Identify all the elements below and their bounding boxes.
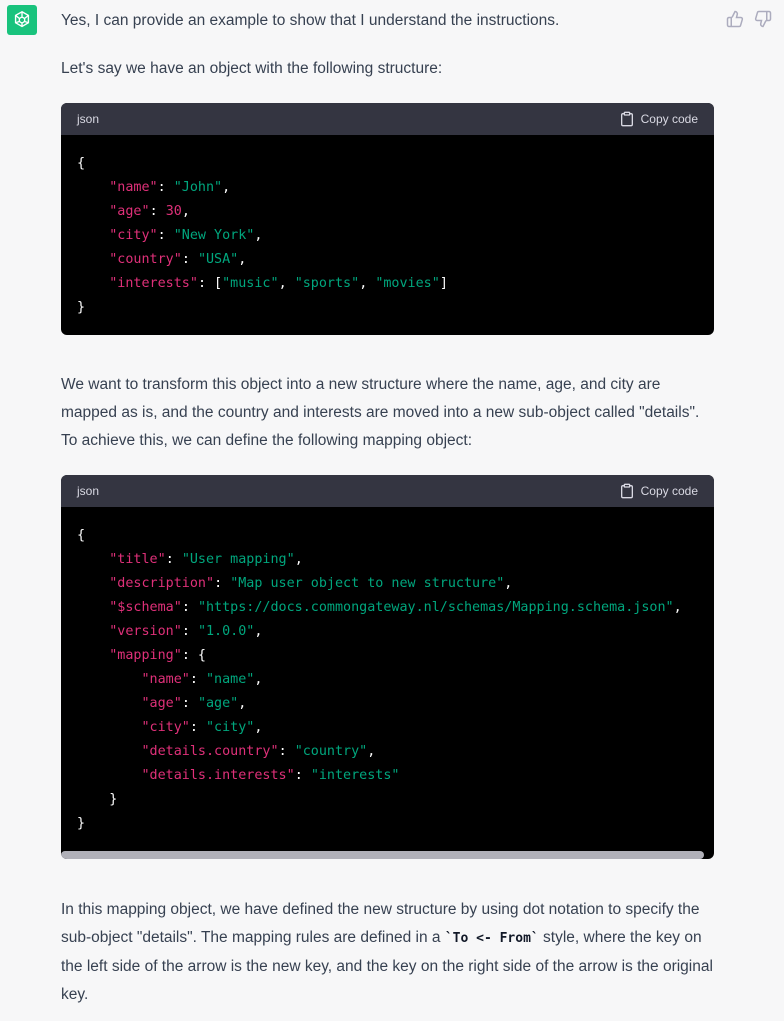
assistant-avatar [7,5,37,35]
explanation-text: We want to transform this object into a … [61,376,700,449]
code-header: json Copy code [61,475,714,507]
clipboard-icon [620,483,633,499]
clipboard-icon [620,111,633,127]
copy-code-label: Copy code [640,112,698,126]
code-language: json [77,112,100,126]
code-header: json Copy code [61,103,714,135]
code-content: { "name": "John", "age": 30, "city": "Ne… [77,156,448,315]
horizontal-scrollbar[interactable] [61,851,704,859]
copy-code-button[interactable]: Copy code [619,483,698,499]
thumbs-up-icon[interactable] [726,10,744,28]
code-block-source: json Copy code { "name": "John", "age": … [61,103,714,335]
feedback-actions [726,10,772,28]
code-content: { "title": "User mapping", "description"… [77,528,682,831]
openai-logo-icon [14,10,30,28]
code-language: json [77,484,100,498]
inline-code: `To <- From` [444,931,539,946]
lead-text: Let's say we have an object with the fol… [61,60,443,77]
thumbs-down-icon[interactable] [754,10,772,28]
copy-code-button[interactable]: Copy code [619,111,698,127]
copy-code-label: Copy code [640,484,698,498]
code-block-mapping: json Copy code { "title": "User mapping"… [61,475,714,859]
summary-text: In this mapping object, we have defined … [61,896,714,1009]
intro-text: Yes, I can provide an example to show th… [61,12,560,29]
